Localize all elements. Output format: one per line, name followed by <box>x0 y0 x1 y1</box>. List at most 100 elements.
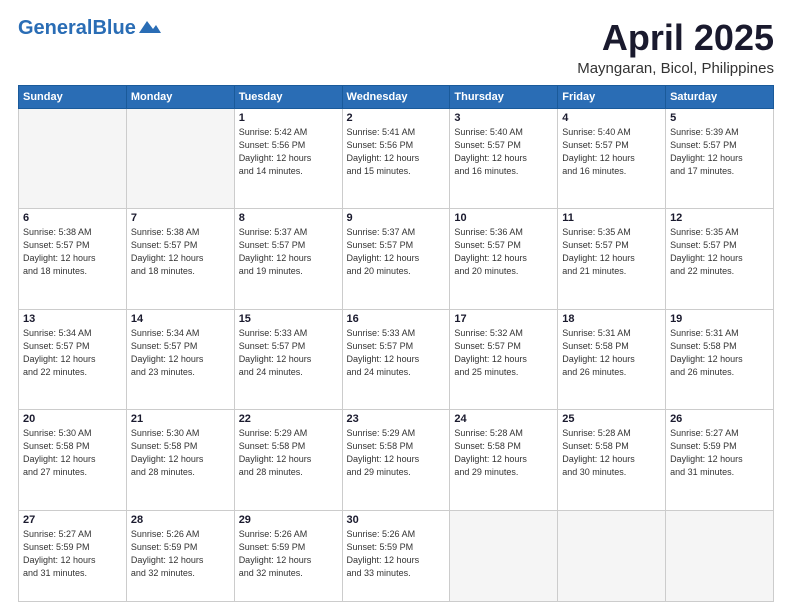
column-header-saturday: Saturday <box>666 85 774 108</box>
day-number: 23 <box>347 413 446 425</box>
day-cell: 20Sunrise: 5:30 AMSunset: 5:58 PMDayligh… <box>19 410 127 511</box>
cell-line: Daylight: 12 hours <box>23 453 122 466</box>
cell-line: Sunrise: 5:40 AM <box>562 126 661 139</box>
cell-line: Daylight: 12 hours <box>239 152 338 165</box>
column-header-wednesday: Wednesday <box>342 85 450 108</box>
cell-line: and 25 minutes. <box>454 366 553 379</box>
cell-line: Daylight: 12 hours <box>239 353 338 366</box>
cell-line: and 24 minutes. <box>347 366 446 379</box>
cell-line: Daylight: 12 hours <box>131 554 230 567</box>
cell-line: and 31 minutes. <box>670 466 769 479</box>
page: GeneralBlue April 2025 Mayngaran, Bicol,… <box>0 0 792 612</box>
day-cell: 4Sunrise: 5:40 AMSunset: 5:57 PMDaylight… <box>558 108 666 209</box>
day-number: 6 <box>23 212 122 224</box>
header: GeneralBlue April 2025 Mayngaran, Bicol,… <box>18 18 774 77</box>
cell-line: Daylight: 12 hours <box>347 252 446 265</box>
day-cell: 10Sunrise: 5:36 AMSunset: 5:57 PMDayligh… <box>450 209 558 310</box>
cell-line: and 30 minutes. <box>562 466 661 479</box>
column-header-monday: Monday <box>126 85 234 108</box>
cell-line: and 29 minutes. <box>347 466 446 479</box>
cell-line: Sunset: 5:57 PM <box>23 239 122 252</box>
cell-line: Daylight: 12 hours <box>670 453 769 466</box>
column-header-friday: Friday <box>558 85 666 108</box>
day-cell <box>126 108 234 209</box>
logo-blue: Blue <box>92 17 135 39</box>
cell-line: Sunset: 5:57 PM <box>239 340 338 353</box>
cell-line: Sunset: 5:57 PM <box>454 139 553 152</box>
cell-line: Sunrise: 5:37 AM <box>239 226 338 239</box>
cell-line: Daylight: 12 hours <box>454 252 553 265</box>
cell-line: Daylight: 12 hours <box>670 152 769 165</box>
day-cell <box>558 510 666 601</box>
cell-line: and 16 minutes. <box>454 165 553 178</box>
cell-line: and 22 minutes. <box>670 265 769 278</box>
cell-line: Sunrise: 5:34 AM <box>131 327 230 340</box>
cell-line: Daylight: 12 hours <box>454 152 553 165</box>
cell-line: Sunset: 5:57 PM <box>347 340 446 353</box>
day-number: 3 <box>454 112 553 124</box>
day-number: 27 <box>23 514 122 526</box>
cell-line: and 31 minutes. <box>23 567 122 580</box>
cell-line: and 32 minutes. <box>239 567 338 580</box>
cell-line: Daylight: 12 hours <box>23 554 122 567</box>
logo-text: GeneralBlue <box>18 18 136 38</box>
cell-line: Daylight: 12 hours <box>23 353 122 366</box>
calendar-body: 1Sunrise: 5:42 AMSunset: 5:56 PMDaylight… <box>19 108 774 601</box>
cell-line: Sunset: 5:58 PM <box>131 440 230 453</box>
day-cell: 22Sunrise: 5:29 AMSunset: 5:58 PMDayligh… <box>234 410 342 511</box>
cell-line: Sunrise: 5:35 AM <box>562 226 661 239</box>
day-number: 29 <box>239 514 338 526</box>
cell-line: and 19 minutes. <box>239 265 338 278</box>
cell-line: Daylight: 12 hours <box>562 252 661 265</box>
day-number: 19 <box>670 313 769 325</box>
day-number: 17 <box>454 313 553 325</box>
day-cell: 27Sunrise: 5:27 AMSunset: 5:59 PMDayligh… <box>19 510 127 601</box>
cell-line: Sunrise: 5:34 AM <box>23 327 122 340</box>
day-cell: 25Sunrise: 5:28 AMSunset: 5:58 PMDayligh… <box>558 410 666 511</box>
cell-line: Sunset: 5:57 PM <box>23 340 122 353</box>
day-cell: 3Sunrise: 5:40 AMSunset: 5:57 PMDaylight… <box>450 108 558 209</box>
day-cell: 5Sunrise: 5:39 AMSunset: 5:57 PMDaylight… <box>666 108 774 209</box>
day-number: 2 <box>347 112 446 124</box>
day-number: 30 <box>347 514 446 526</box>
day-number: 7 <box>131 212 230 224</box>
day-cell: 11Sunrise: 5:35 AMSunset: 5:57 PMDayligh… <box>558 209 666 310</box>
cell-line: Daylight: 12 hours <box>347 453 446 466</box>
cell-line: Sunrise: 5:28 AM <box>562 427 661 440</box>
cell-line: Sunrise: 5:30 AM <box>131 427 230 440</box>
cell-line: Sunrise: 5:37 AM <box>347 226 446 239</box>
cell-line: Sunset: 5:56 PM <box>239 139 338 152</box>
day-cell: 16Sunrise: 5:33 AMSunset: 5:57 PMDayligh… <box>342 309 450 410</box>
day-number: 9 <box>347 212 446 224</box>
cell-line: Daylight: 12 hours <box>23 252 122 265</box>
cell-line: Sunrise: 5:31 AM <box>670 327 769 340</box>
cell-line: and 18 minutes. <box>131 265 230 278</box>
cell-line: Sunset: 5:57 PM <box>562 239 661 252</box>
cell-line: and 23 minutes. <box>131 366 230 379</box>
day-number: 13 <box>23 313 122 325</box>
day-number: 28 <box>131 514 230 526</box>
cell-line: Sunset: 5:58 PM <box>23 440 122 453</box>
day-number: 20 <box>23 413 122 425</box>
day-number: 4 <box>562 112 661 124</box>
day-cell: 30Sunrise: 5:26 AMSunset: 5:59 PMDayligh… <box>342 510 450 601</box>
cell-line: Sunset: 5:58 PM <box>347 440 446 453</box>
cell-line: Sunset: 5:57 PM <box>347 239 446 252</box>
cell-line: Sunrise: 5:36 AM <box>454 226 553 239</box>
cell-line: Daylight: 12 hours <box>562 152 661 165</box>
week-row-3: 13Sunrise: 5:34 AMSunset: 5:57 PMDayligh… <box>19 309 774 410</box>
day-number: 12 <box>670 212 769 224</box>
cell-line: Sunrise: 5:26 AM <box>347 528 446 541</box>
logo-general: General <box>18 17 92 39</box>
day-number: 15 <box>239 313 338 325</box>
day-cell: 14Sunrise: 5:34 AMSunset: 5:57 PMDayligh… <box>126 309 234 410</box>
cell-line: and 22 minutes. <box>23 366 122 379</box>
cell-line: Daylight: 12 hours <box>347 152 446 165</box>
location-subtitle: Mayngaran, Bicol, Philippines <box>577 60 774 77</box>
cell-line: Daylight: 12 hours <box>562 453 661 466</box>
main-title: April 2025 <box>577 18 774 58</box>
day-number: 18 <box>562 313 661 325</box>
cell-line: Daylight: 12 hours <box>239 554 338 567</box>
cell-line: Sunrise: 5:26 AM <box>131 528 230 541</box>
cell-line: Sunrise: 5:39 AM <box>670 126 769 139</box>
